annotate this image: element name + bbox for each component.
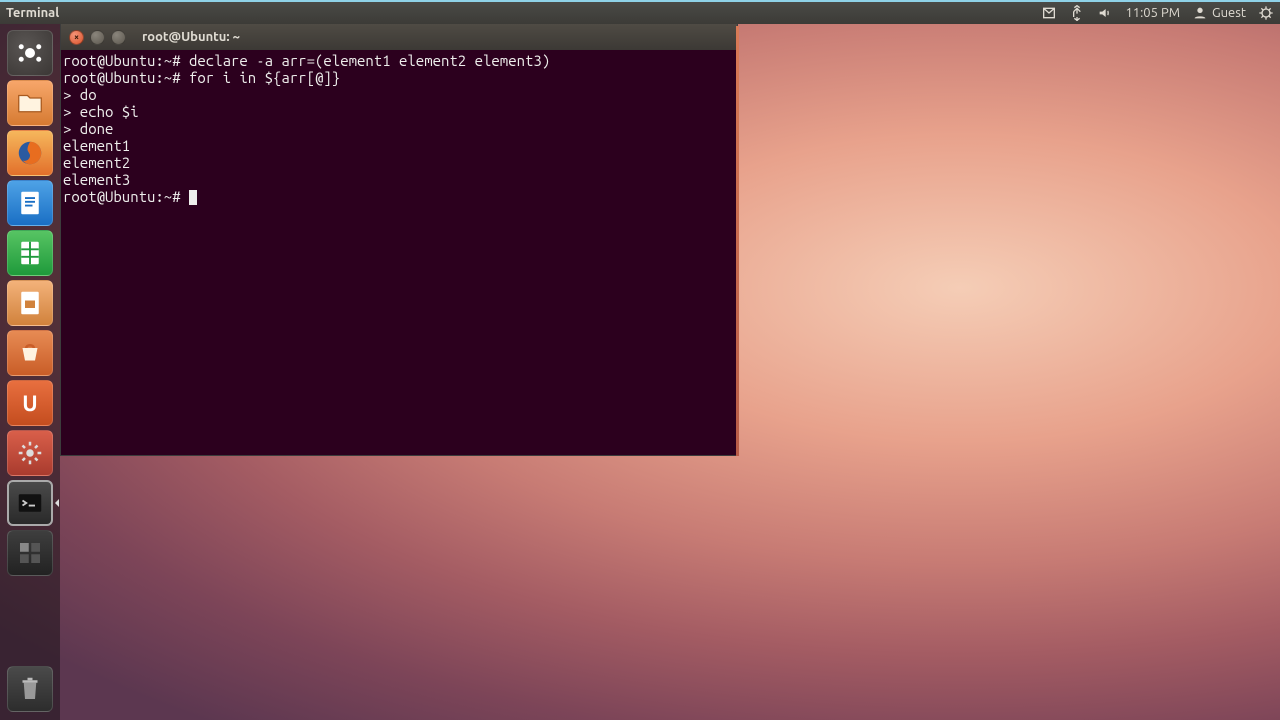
window-maximize-button[interactable] <box>111 30 126 45</box>
active-app-title: Terminal <box>6 6 59 20</box>
launcher-firefox[interactable] <box>7 130 53 176</box>
uone-letter: U <box>22 391 37 416</box>
terminal-line: root@Ubuntu:~# for i in ${arr[@]} <box>63 69 340 86</box>
user-icon <box>1192 5 1208 21</box>
right-edge-shadow <box>736 26 739 456</box>
terminal-body[interactable]: root@Ubuntu:~# declare -a arr=(element1 … <box>61 50 737 455</box>
launcher-calc[interactable] <box>7 230 53 276</box>
window-minimize-button[interactable] <box>90 30 105 45</box>
top-panel: Terminal 11:05 PM Guest <box>0 0 1280 24</box>
user-name: Guest <box>1212 6 1246 20</box>
terminal-line: element3 <box>63 171 130 188</box>
launcher-files[interactable] <box>7 80 53 126</box>
session-icon[interactable] <box>1258 5 1274 21</box>
terminal-line: element2 <box>63 154 130 171</box>
user-menu[interactable]: Guest <box>1192 5 1246 21</box>
launcher-dash[interactable] <box>7 30 53 76</box>
window-close-button[interactable]: × <box>69 30 84 45</box>
mail-icon[interactable] <box>1041 5 1057 21</box>
terminal-line: > echo $i <box>63 103 139 120</box>
launcher-trash[interactable] <box>7 666 53 712</box>
launcher-terminal[interactable] <box>7 480 53 526</box>
terminal-line: > do <box>63 86 97 103</box>
volume-icon[interactable] <box>1097 5 1113 21</box>
system-tray: 11:05 PM Guest <box>1041 5 1274 21</box>
launcher-impress[interactable] <box>7 280 53 326</box>
terminal-line: root@Ubuntu:~# declare -a arr=(element1 … <box>63 52 550 69</box>
clock[interactable]: 11:05 PM <box>1125 6 1180 20</box>
terminal-line: > done <box>63 120 113 137</box>
launcher-ubuntu-one[interactable]: U <box>7 380 53 426</box>
terminal-line: element1 <box>63 137 130 154</box>
launcher-workspace[interactable] <box>7 530 53 576</box>
unity-launcher: U <box>0 24 60 720</box>
launcher-writer[interactable] <box>7 180 53 226</box>
launcher-software-center[interactable] <box>7 330 53 376</box>
network-icon[interactable] <box>1069 5 1085 21</box>
terminal-line: root@Ubuntu:~# <box>63 188 189 205</box>
window-title: root@Ubuntu: ~ <box>142 30 240 44</box>
terminal-window[interactable]: × root@Ubuntu: ~ root@Ubuntu:~# declare … <box>60 24 738 456</box>
terminal-cursor <box>189 190 197 205</box>
launcher-settings[interactable] <box>7 430 53 476</box>
terminal-titlebar[interactable]: × root@Ubuntu: ~ <box>61 24 737 50</box>
